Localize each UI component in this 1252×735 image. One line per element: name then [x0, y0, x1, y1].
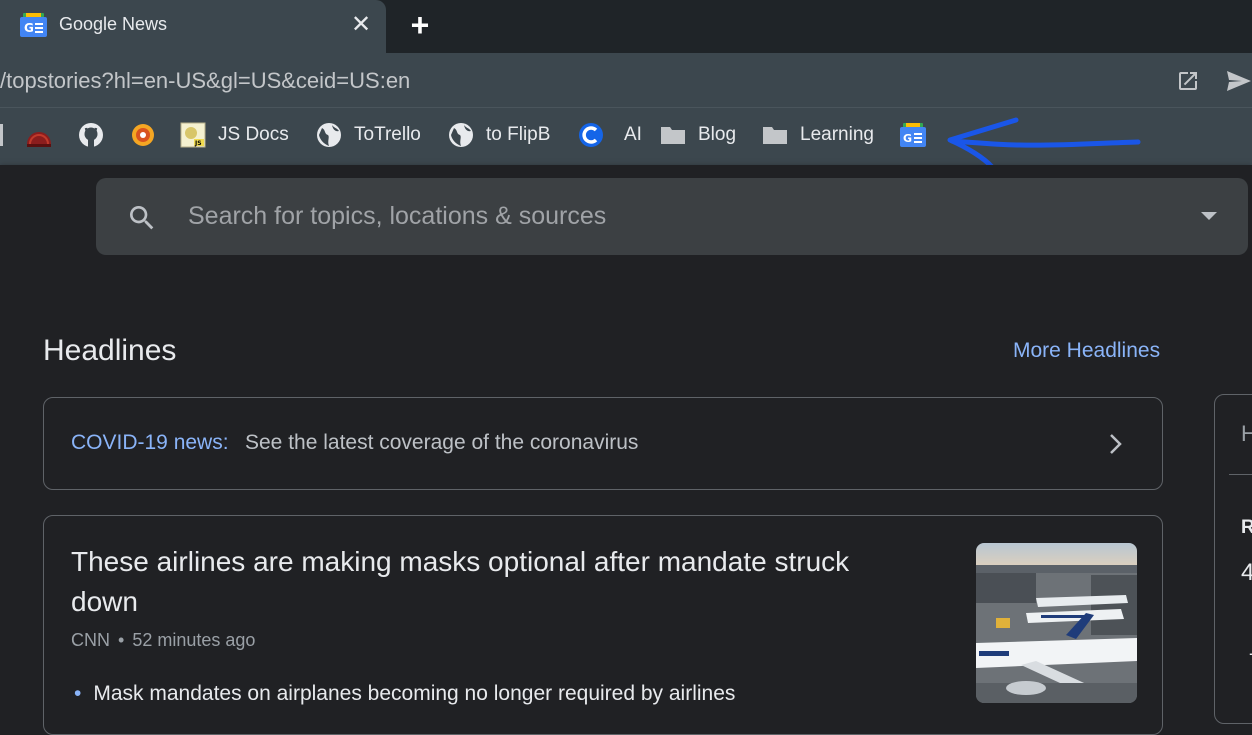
- bookmark-orange-badge[interactable]: [130, 122, 160, 150]
- related-story-link[interactable]: Mask mandates on airplanes becoming no l…: [74, 682, 735, 706]
- story-meta: CNN • 52 minutes ago: [71, 630, 255, 651]
- story-time: 52 minutes ago: [132, 630, 256, 650]
- side-panel-card: H R 4 -: [1214, 394, 1252, 724]
- search-icon[interactable]: [126, 202, 158, 234]
- side-panel-label-fragment: R: [1241, 517, 1252, 538]
- bookmark-label: Blog: [698, 124, 737, 145]
- js-docs-icon: JS: [180, 122, 206, 148]
- bookmark-label: JS Docs: [218, 124, 289, 145]
- covid-description: See the latest coverage of the coronavir…: [245, 431, 639, 454]
- meta-separator: •: [118, 630, 125, 650]
- headlines-heading: Headlines: [43, 334, 177, 367]
- folder-icon: [661, 127, 685, 144]
- bookmark-ai[interactable]: AI: [578, 122, 643, 150]
- side-panel-value-fragment: 4: [1241, 559, 1252, 586]
- bookmark-github[interactable]: [78, 122, 108, 150]
- search-input[interactable]: [188, 198, 1088, 234]
- dropdown-caret-icon[interactable]: [1200, 210, 1218, 222]
- divider: [1229, 474, 1252, 475]
- more-headlines-link[interactable]: More Headlines: [1013, 339, 1160, 363]
- google-news-icon: G: [900, 123, 926, 147]
- bookmark-label: AI: [624, 124, 642, 145]
- new-tab-button[interactable]: +: [406, 9, 434, 41]
- story-source[interactable]: CNN: [71, 630, 110, 650]
- url-field[interactable]: /topstories?hl=en-US&gl=US&ceid=US:en: [0, 68, 410, 94]
- bookmark-red-dome[interactable]: [26, 122, 56, 150]
- search-header: [0, 165, 1252, 268]
- bookmark-js-docs[interactable]: JS JS Docs: [180, 122, 300, 150]
- bookmark-folder-blog[interactable]: Blog: [660, 122, 740, 150]
- search-box[interactable]: [96, 178, 1248, 255]
- tab-google-news[interactable]: G Google News ✕: [0, 0, 386, 53]
- address-bar: /topstories?hl=en-US&gl=US&ceid=US:en: [0, 53, 1252, 107]
- chevron-right-icon: [1110, 434, 1122, 454]
- close-tab-icon[interactable]: ✕: [350, 13, 372, 37]
- send-icon[interactable]: [1226, 70, 1252, 92]
- google-news-icon: G: [20, 13, 47, 37]
- svg-text:G: G: [903, 132, 912, 145]
- bookmark-label: ToTrello: [354, 124, 421, 145]
- c-logo-icon: [579, 123, 603, 147]
- red-dome-icon: [27, 132, 51, 147]
- github-icon: [79, 123, 103, 147]
- bookmarks-edge-divider: [0, 124, 3, 146]
- tab-title: Google News: [59, 14, 168, 34]
- bookmark-to-flipb[interactable]: to FlipB: [448, 122, 558, 150]
- covid-label: COVID-19 news:: [71, 431, 229, 454]
- svg-text:JS: JS: [194, 140, 202, 147]
- open-in-new-icon[interactable]: [1176, 69, 1200, 93]
- bookmark-google-news[interactable]: G: [900, 122, 930, 150]
- globe-icon: [317, 123, 341, 147]
- bookmark-label: Learning: [800, 124, 874, 145]
- orange-badge-icon: [132, 124, 154, 146]
- bookmark-label: to FlipB: [486, 124, 551, 145]
- bookmark-folder-learning[interactable]: Learning: [762, 122, 880, 150]
- tab-strip: G Google News ✕ +: [0, 0, 1252, 53]
- folder-icon: [763, 127, 787, 144]
- main-content: Headlines More Headlines COVID-19 news: …: [0, 268, 1252, 735]
- svg-text:G: G: [24, 21, 34, 35]
- globe-icon: [449, 123, 473, 147]
- story-card: These airlines are making masks optional…: [43, 515, 1163, 735]
- story-thumbnail-image[interactable]: [976, 543, 1137, 703]
- covid-news-card[interactable]: COVID-19 news: See the latest coverage o…: [43, 397, 1163, 490]
- side-panel-heading-fragment: H: [1241, 421, 1252, 446]
- story-title-link[interactable]: These airlines are making masks optional…: [71, 542, 911, 622]
- bookmark-totrello[interactable]: ToTrello: [316, 122, 431, 150]
